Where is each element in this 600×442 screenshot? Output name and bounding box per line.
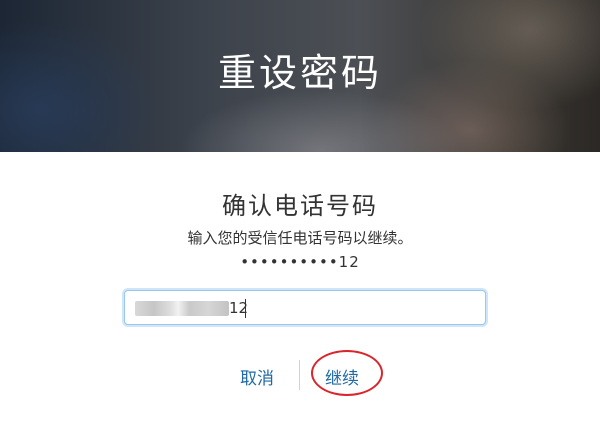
page-title: 重设密码 bbox=[217, 51, 382, 95]
instruction-text: 输入您的受信任电话号码以继续。 bbox=[187, 229, 413, 247]
section-title: 确认电话号码 bbox=[222, 192, 378, 220]
header-banner: 重设密码 bbox=[0, 0, 600, 152]
blurred-digits-redaction bbox=[135, 301, 229, 316]
action-divider bbox=[299, 360, 300, 390]
continue-button[interactable]: 继续 bbox=[325, 364, 359, 389]
cancel-button[interactable]: 取消 bbox=[240, 364, 274, 389]
text-caret bbox=[245, 299, 246, 318]
phone-number-input[interactable]: 12 bbox=[124, 290, 486, 325]
masked-phone-number: ••••••••••12 bbox=[240, 253, 360, 271]
